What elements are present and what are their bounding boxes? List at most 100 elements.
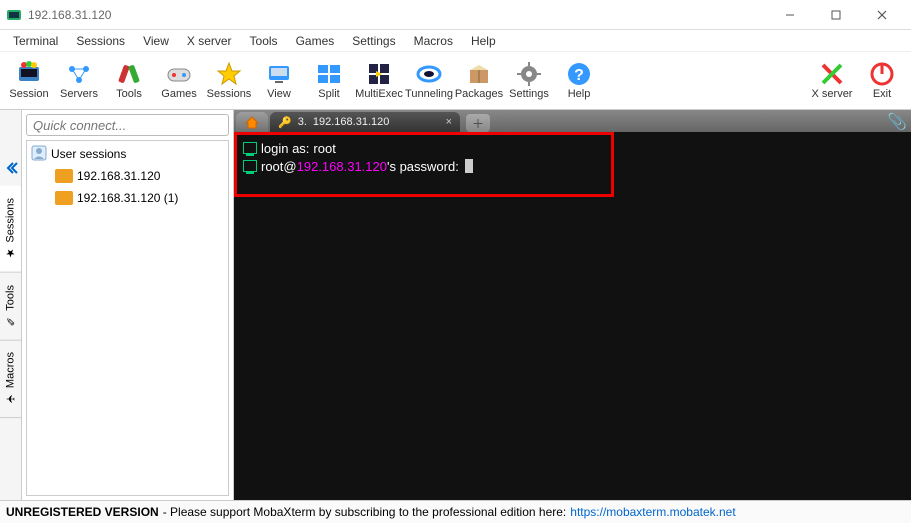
tree-root[interactable]: User sessions: [27, 143, 228, 165]
right-area: 🔑 3. 192.168.31.120 × ＋ 📎 login as: root…: [234, 110, 911, 500]
toolbar-label: Games: [161, 88, 196, 100]
menu-settings[interactable]: Settings: [343, 32, 404, 50]
login-prompt: login as:: [261, 141, 309, 156]
view-icon: [265, 60, 293, 88]
user-icon: [31, 145, 47, 164]
ssh-highlight-box: login as: root root@192.168.31.120's pas…: [234, 132, 614, 197]
quick-connect-input[interactable]: [26, 114, 229, 136]
tab-label: 192.168.31.120: [313, 116, 389, 128]
toolbar-view[interactable]: View: [254, 53, 304, 107]
key-icon: [55, 191, 73, 205]
window-title: 192.168.31.120: [28, 8, 767, 22]
tree-item-label: 192.168.31.120: [77, 169, 160, 183]
tools-icon: ✎: [4, 314, 17, 327]
servers-icon: [65, 60, 93, 88]
toolbar-multiexec[interactable]: MultiExec: [354, 53, 404, 107]
help-icon: ?: [565, 60, 593, 88]
tab-index: 3.: [298, 116, 307, 128]
toolbar-label: Settings: [509, 88, 549, 100]
menu-tools[interactable]: Tools: [241, 32, 287, 50]
quick-connect: [26, 114, 229, 136]
toolbar-settings[interactable]: Settings: [504, 53, 554, 107]
tab-close-button[interactable]: ×: [446, 116, 452, 128]
home-tab[interactable]: [236, 112, 268, 132]
tools-icon: [115, 60, 143, 88]
login-value: root: [313, 141, 335, 156]
toolbar-label: Sessions: [207, 88, 252, 100]
side-tab-label: Tools: [5, 285, 17, 311]
menu-sessions[interactable]: Sessions: [67, 32, 134, 50]
menu-help[interactable]: Help: [462, 32, 505, 50]
toolbar-label: Servers: [60, 88, 98, 100]
side-tab-strip: ★Sessions ✎ Tools ✈Macros: [0, 110, 22, 500]
games-icon: [165, 60, 193, 88]
toolbar-exit[interactable]: Exit: [857, 53, 907, 107]
side-tab-tools[interactable]: ✎ Tools: [0, 273, 21, 341]
close-button[interactable]: [859, 1, 905, 29]
toolbar-sessions[interactable]: Sessions: [204, 53, 254, 107]
tree-session-item[interactable]: 192.168.31.120: [27, 165, 228, 187]
status-unregistered: UNREGISTERED VERSION: [6, 505, 159, 519]
star-icon: [215, 60, 243, 88]
key-icon: [55, 169, 73, 183]
toolbar-xserver[interactable]: X server: [807, 53, 857, 107]
xserver-icon: [818, 60, 846, 88]
terminal[interactable]: login as: root root@192.168.31.120's pas…: [234, 132, 911, 500]
active-tab[interactable]: 🔑 3. 192.168.31.120 ×: [270, 112, 460, 132]
gear-icon: [515, 60, 543, 88]
menu-macros[interactable]: Macros: [405, 32, 462, 50]
toolbar-tools[interactable]: Tools: [104, 53, 154, 107]
tree-item-label: 192.168.31.120 (1): [77, 191, 178, 205]
multiexec-icon: [365, 60, 393, 88]
toolbar-label: MultiExec: [355, 88, 403, 100]
menu-games[interactable]: Games: [287, 32, 344, 50]
side-tab-sessions[interactable]: ★Sessions: [0, 186, 21, 273]
ssh-user: root: [261, 159, 283, 174]
toolbar-label: Help: [568, 88, 591, 100]
sessions-tree: User sessions 192.168.31.120 192.168.31.…: [26, 140, 229, 496]
collapse-left-button[interactable]: [0, 150, 21, 186]
status-bar: UNREGISTERED VERSION - Please support Mo…: [0, 500, 911, 523]
tree-root-label: User sessions: [51, 147, 126, 161]
menu-view[interactable]: View: [134, 32, 178, 50]
side-tab-macros[interactable]: ✈Macros: [0, 340, 21, 418]
terminal-line: login as: root: [243, 139, 605, 157]
maximize-button[interactable]: [813, 1, 859, 29]
side-tab-label: Sessions: [5, 198, 17, 243]
toolbar-servers[interactable]: Servers: [54, 53, 104, 107]
cursor-icon: [465, 159, 473, 173]
home-icon: [244, 115, 260, 129]
toolbar-label: Tools: [116, 88, 142, 100]
menu-terminal[interactable]: Terminal: [4, 32, 67, 50]
toolbar-label: View: [267, 88, 291, 100]
toolbar-games[interactable]: Games: [154, 53, 204, 107]
tunneling-icon: [415, 60, 443, 88]
left-panel: User sessions 192.168.31.120 192.168.31.…: [22, 110, 234, 500]
menu-xserver[interactable]: X server: [178, 32, 241, 50]
tab-strip: 🔑 3. 192.168.31.120 × ＋ 📎: [234, 110, 911, 132]
tree-session-item[interactable]: 192.168.31.120 (1): [27, 187, 228, 209]
ssh-host: 192.168.31.120: [297, 159, 387, 174]
toolbar-session[interactable]: Session: [4, 53, 54, 107]
body-area: ★Sessions ✎ Tools ✈Macros User sessions 1…: [0, 110, 911, 500]
title-bar: 192.168.31.120: [0, 0, 911, 30]
toolbar-tunneling[interactable]: Tunneling: [404, 53, 454, 107]
toolbar-packages[interactable]: Packages: [454, 53, 504, 107]
toolbar-label: Exit: [873, 88, 891, 100]
macros-icon: ✈: [4, 392, 17, 405]
toolbar-label: Tunneling: [405, 88, 453, 100]
toolbar-split[interactable]: Split: [304, 53, 354, 107]
status-link[interactable]: https://mobaxterm.mobatek.net: [570, 505, 735, 519]
minimize-button[interactable]: [767, 1, 813, 29]
toolbar: Session Servers Tools Games Sessions Vie…: [0, 52, 911, 110]
paperclip-icon[interactable]: 📎: [887, 112, 907, 132]
toolbar-label: Session: [9, 88, 48, 100]
computer-icon: [243, 142, 257, 154]
status-text: - Please support MobaXterm by subscribin…: [163, 505, 567, 519]
split-icon: [315, 60, 343, 88]
new-tab-button[interactable]: ＋: [466, 114, 490, 132]
app-icon: [6, 7, 22, 23]
toolbar-help[interactable]: ? Help: [554, 53, 604, 107]
menu-bar: Terminal Sessions View X server Tools Ga…: [0, 30, 911, 52]
svg-text:?: ?: [574, 67, 584, 84]
